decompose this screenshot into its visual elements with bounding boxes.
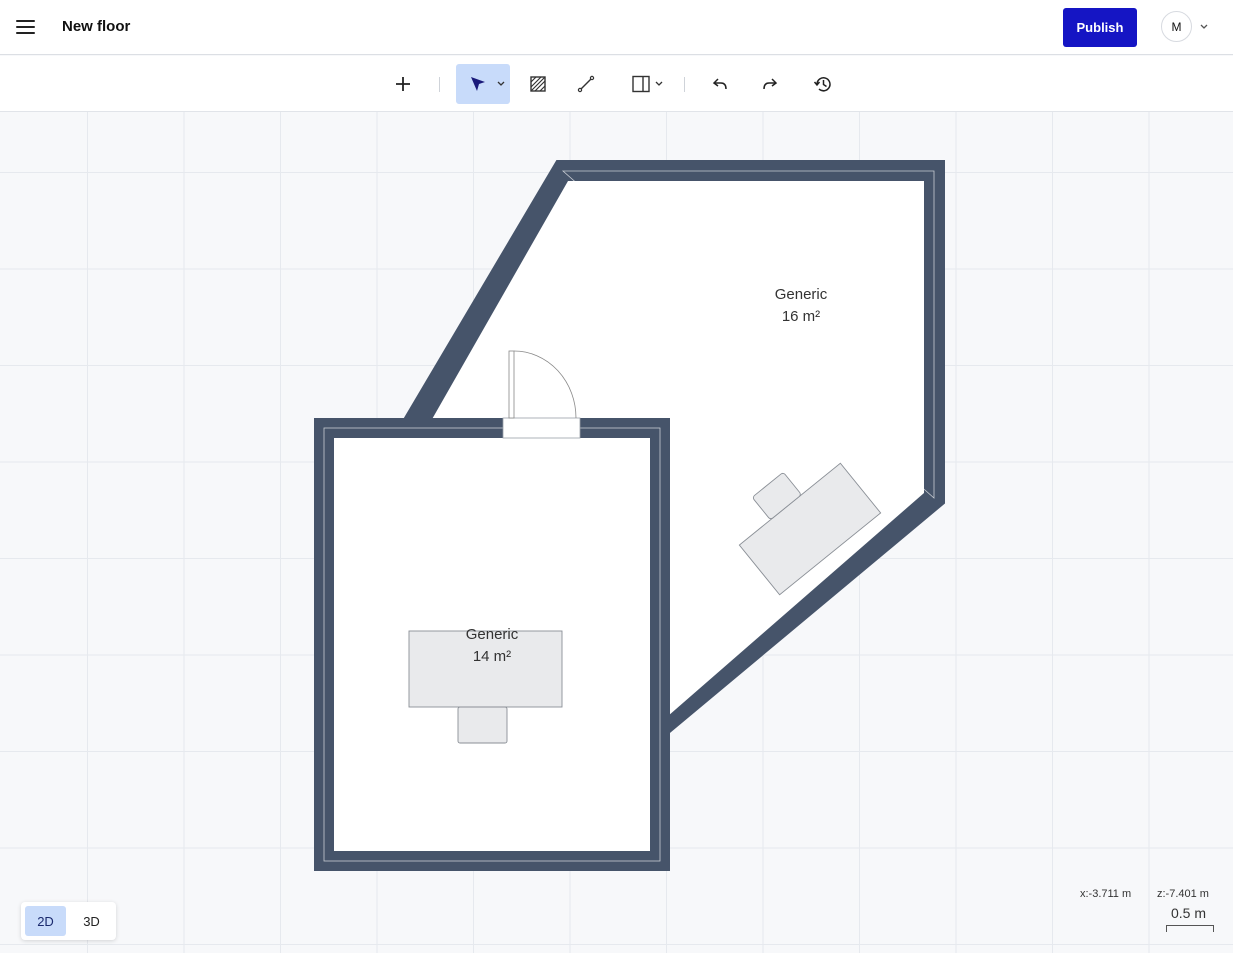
publish-button[interactable]: Publish [1063, 8, 1137, 47]
floor-title[interactable]: New floor [62, 18, 130, 35]
undo-icon [712, 78, 727, 90]
door-opening [502, 417, 581, 439]
window-icon [632, 75, 650, 93]
chair-lower[interactable] [457, 706, 508, 744]
scale-bar [1166, 925, 1214, 932]
toolbar-divider [439, 77, 440, 92]
chevron-down-icon[interactable] [1199, 22, 1209, 32]
hamburger-menu-icon[interactable] [14, 16, 38, 40]
toolbar-divider [684, 77, 685, 92]
line-icon [577, 75, 595, 93]
select-tool-button[interactable] [456, 64, 510, 104]
history-icon [813, 77, 831, 92]
add-button[interactable] [390, 64, 416, 104]
scale-label: 0.5 m [1171, 905, 1207, 921]
history-button[interactable] [810, 64, 836, 104]
room-upper-area: 16 m² [782, 308, 820, 325]
toolbar [0, 56, 1233, 112]
floor-plan-canvas[interactable]: Generic 16 m² Generic 14 m² [0, 112, 1233, 953]
cursor-arrow-icon [471, 77, 485, 91]
plus-icon [396, 77, 410, 91]
view-toggle: 2D 3D [21, 902, 116, 940]
room-lower-area: 14 m² [473, 648, 511, 665]
view-3d-button[interactable]: 3D [71, 906, 112, 936]
window-tool-button[interactable] [626, 64, 666, 104]
top-header: New floor Publish M [0, 0, 1233, 55]
room-upper-type: Generic [775, 286, 828, 303]
room-lower-type: Generic [466, 626, 519, 643]
chevron-down-icon [655, 81, 663, 86]
redo-icon [763, 78, 778, 90]
z-coordinate: z:-7.401 m [1157, 888, 1209, 900]
x-coordinate: x:-3.711 m [1080, 888, 1132, 900]
door-leaf [508, 350, 515, 419]
undo-button[interactable] [709, 64, 733, 104]
measure-tool-button[interactable] [574, 64, 598, 104]
floor-tool-button[interactable] [526, 64, 550, 104]
floor-plan[interactable]: Generic 16 m² Generic 14 m² [0, 112, 1233, 953]
redo-button[interactable] [757, 64, 781, 104]
chevron-down-icon [497, 81, 505, 86]
avatar[interactable]: M [1161, 11, 1192, 42]
view-2d-button[interactable]: 2D [25, 906, 66, 936]
hatch-icon [530, 76, 546, 92]
